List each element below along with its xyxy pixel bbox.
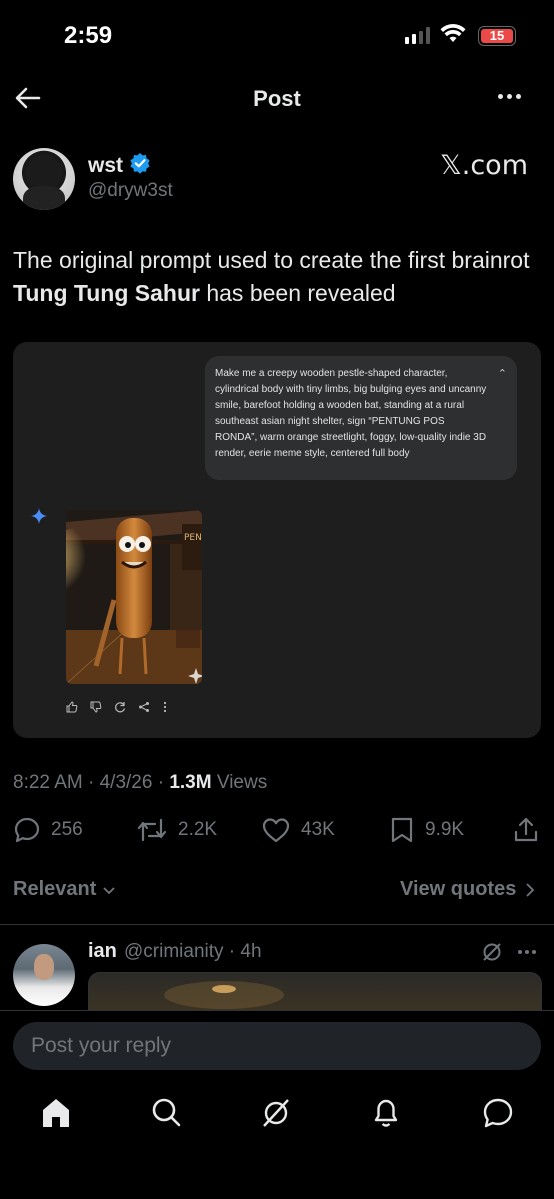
author-name-row[interactable]: wst [88, 152, 151, 180]
repost-count: 2.2K [178, 819, 218, 840]
verified-badge-icon [129, 152, 151, 180]
grok-nav-icon[interactable] [260, 1096, 292, 1135]
status-time: 2:59 [64, 22, 113, 49]
source-label: 𝕏.com [440, 150, 529, 181]
thumbs-up-icon[interactable] [66, 700, 78, 718]
more-vertical-icon[interactable] [162, 700, 168, 718]
reply-author-name[interactable]: ian [88, 940, 117, 963]
repost-button[interactable]: 2.2K [136, 816, 217, 844]
repost-icon [137, 818, 167, 842]
notifications-bell-icon[interactable] [370, 1096, 402, 1135]
post-time: 8:22 AM [13, 772, 83, 793]
grok-icon[interactable] [480, 940, 504, 969]
sort-dropdown[interactable]: Relevant [13, 878, 116, 901]
share-icon[interactable] [138, 700, 150, 718]
bottom-nav [0, 1096, 554, 1136]
tweet-text: The original prompt used to create the f… [13, 244, 533, 310]
sort-label[interactable]: Relevant [13, 878, 96, 901]
chevron-down-icon [103, 886, 116, 894]
wifi-icon [440, 24, 466, 49]
tweet-media-image[interactable]: Make me a creepy wooden pestle-shaped ch… [13, 342, 541, 738]
page-title: Post [253, 86, 301, 111]
views-count[interactable]: 1.3M [169, 772, 211, 793]
reply-composer-input[interactable]: Post your reply [13, 1022, 541, 1070]
chevron-up-icon: ⌃ [497, 368, 507, 380]
prompt-bubble: Make me a creepy wooden pestle-shaped ch… [205, 356, 517, 480]
chevron-right-icon [526, 882, 535, 897]
author-avatar[interactable] [13, 148, 75, 210]
gemini-sparkle-icon [31, 508, 47, 529]
heart-icon [262, 818, 290, 843]
like-count: 43K [301, 819, 335, 840]
tweet-actions: 256 2.2K 43K 9.9K [13, 816, 543, 850]
battery-icon: 15 [478, 26, 516, 46]
tweet-text-start: The original prompt used to create the f… [13, 247, 530, 273]
generated-image[interactable]: PEN POS [66, 510, 202, 684]
tweet-meta: 8:22 AM · 4/3/26 · 1.3M Views [13, 772, 268, 793]
sign-text: PEN POS [184, 533, 202, 543]
divider [0, 924, 554, 925]
bookmark-count: 9.9K [425, 819, 465, 840]
bookmark-button[interactable]: 9.9K [389, 816, 464, 844]
reply-more-icon[interactable] [518, 950, 536, 954]
like-button[interactable]: 43K [261, 816, 335, 844]
tweet-text-end: has been revealed [199, 280, 396, 306]
cellular-signal-icon [405, 26, 430, 44]
share-button[interactable] [513, 816, 539, 844]
more-options-icon[interactable] [498, 94, 521, 99]
view-quotes-link[interactable]: View quotes [400, 878, 536, 901]
author-handle[interactable]: @dryw3st [88, 180, 173, 202]
view-quotes-label[interactable]: View quotes [400, 878, 516, 901]
reply-avatar[interactable] [13, 944, 75, 1006]
thumbs-down-icon[interactable] [90, 700, 102, 718]
tweet-text-bold: Tung Tung Sahur [13, 280, 200, 306]
battery-level: 15 [481, 29, 513, 43]
views-label: Views [216, 772, 268, 793]
reply-media-image[interactable] [88, 972, 542, 1012]
reply-count: 256 [51, 819, 83, 840]
home-icon[interactable] [40, 1096, 72, 1135]
reply-author-handle[interactable]: @crimianity · 4h [124, 941, 262, 963]
regenerate-icon[interactable] [114, 700, 126, 718]
image-action-row [66, 700, 168, 718]
post-date: 4/3/26 [99, 772, 153, 793]
prompt-text: Make me a creepy wooden pestle-shaped ch… [215, 368, 487, 459]
author-name[interactable]: wst [88, 154, 123, 178]
reply-button[interactable]: 256 [13, 816, 83, 844]
messages-icon[interactable] [482, 1096, 514, 1135]
reply-icon [14, 817, 40, 843]
share-upload-icon [514, 817, 538, 842]
bookmark-icon [391, 817, 413, 843]
search-icon[interactable] [150, 1096, 182, 1135]
